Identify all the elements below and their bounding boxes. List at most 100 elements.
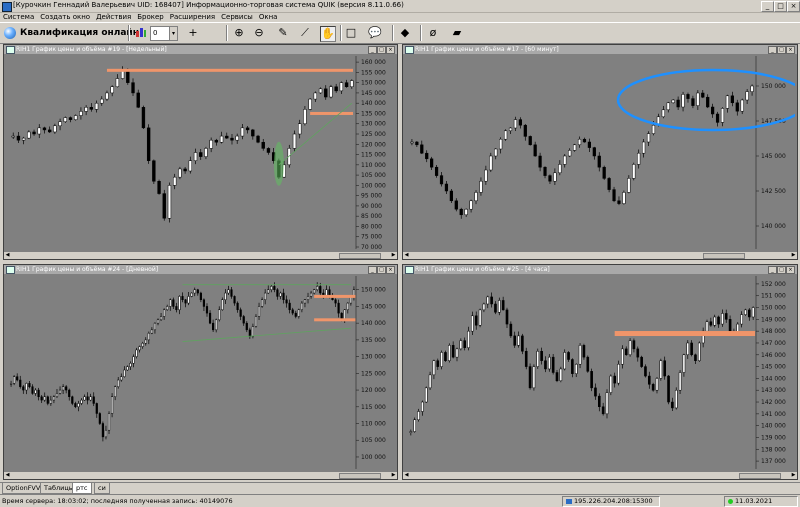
tab-optionfvv[interactable]: OptionFVV: [2, 483, 45, 494]
panel-close-button[interactable]: ×: [786, 266, 795, 274]
y-tick-label: 120 000: [361, 387, 386, 394]
callout-icon[interactable]: 💬: [368, 26, 382, 40]
candlestick-chart[interactable]: 150 000147 500145 000142 500140 000: [403, 54, 795, 251]
scroll-left-icon[interactable]: ◀: [403, 252, 410, 259]
candle: [659, 360, 663, 379]
candle: [346, 302, 349, 311]
hand-icon[interactable]: ✋: [320, 26, 336, 42]
candle: [676, 99, 680, 108]
chart-panel-60min[interactable]: RIH1 График цены и объёма #17 - [60 мину…: [402, 44, 798, 260]
candle: [214, 139, 219, 143]
panel-close-button[interactable]: ×: [386, 266, 395, 274]
scroll-thumb[interactable]: [739, 473, 781, 479]
candle: [709, 321, 713, 326]
candle: [163, 309, 166, 317]
panel-close-button[interactable]: ×: [786, 46, 795, 54]
candle: [251, 129, 255, 137]
panel-maximize-button[interactable]: □: [777, 46, 786, 54]
candle: [686, 94, 690, 99]
tab-rts[interactable]: ртс: [72, 483, 92, 494]
candle: [730, 95, 734, 104]
scroll-thumb[interactable]: [703, 253, 745, 259]
network-icon: [566, 498, 572, 504]
horizontal-scrollbar[interactable]: ◀ ▶: [403, 471, 797, 479]
y-tick-label: 100 000: [361, 182, 386, 189]
candle: [494, 148, 498, 157]
scroll-thumb[interactable]: [339, 473, 381, 479]
candle: [448, 345, 451, 361]
panel-minimize-button[interactable]: _: [768, 266, 777, 274]
menu-actions[interactable]: Действия: [93, 12, 134, 22]
candle: [212, 322, 215, 331]
chart-icon[interactable]: [134, 26, 148, 40]
scroll-right-icon[interactable]: ▶: [390, 252, 397, 259]
zoom-out-icon[interactable]: ⊖: [252, 26, 266, 40]
candle: [147, 332, 150, 341]
menu-windows[interactable]: Окна: [256, 12, 281, 22]
menu-extensions[interactable]: Расширения: [167, 12, 218, 22]
scroll-left-icon[interactable]: ◀: [403, 472, 410, 479]
interval-dropdown[interactable]: ▾: [169, 26, 178, 41]
scroll-right-icon[interactable]: ▶: [790, 472, 797, 479]
connection-status-icon: [728, 498, 733, 504]
y-tick-label: 141 000: [761, 411, 786, 418]
rectangle-icon[interactable]: □: [344, 26, 358, 40]
scroll-left-icon[interactable]: ◀: [4, 472, 11, 479]
scroll-left-icon[interactable]: ◀: [4, 252, 11, 259]
qualification-online-button[interactable]: Квалификация онлайн: [4, 26, 139, 40]
candle: [559, 368, 563, 382]
chart-panel-daily[interactable]: RIH1 График цены и объёма #24 - [Дневной…: [3, 264, 398, 480]
candle: [150, 329, 153, 334]
horizontal-scrollbar[interactable]: ◀ ▶: [4, 251, 397, 259]
menu-broker[interactable]: Брокер: [134, 12, 167, 22]
scroll-thumb[interactable]: [339, 253, 381, 259]
panel-minimize-button[interactable]: _: [368, 46, 377, 54]
ruler-icon[interactable]: ⟋: [298, 26, 312, 40]
chart-panel-4h[interactable]: RIH1 График цены и объёма #25 - [4 часа]…: [402, 264, 798, 480]
candle: [19, 379, 22, 387]
candle: [444, 352, 447, 361]
pencil-icon[interactable]: ✎: [276, 26, 290, 40]
candle: [518, 119, 522, 126]
server-ip: 195.226.204.208:15300: [574, 497, 653, 505]
scroll-right-icon[interactable]: ▶: [390, 472, 397, 479]
date-cell: 11.03.2021: [724, 496, 798, 507]
panel-maximize-button[interactable]: □: [777, 266, 786, 274]
panel-close-button[interactable]: ×: [386, 46, 395, 54]
candle: [256, 135, 260, 143]
menu-system[interactable]: Система: [0, 12, 37, 22]
candle: [183, 168, 187, 172]
zoom-in-icon[interactable]: ⊕: [232, 26, 246, 40]
scroll-right-icon[interactable]: ▶: [790, 252, 797, 259]
candlestick-chart[interactable]: 150 000 145 000 140 000 135 000 130 000 125 0…: [4, 274, 395, 471]
horizontal-scrollbar[interactable]: ◀ ▶: [403, 251, 797, 259]
candle: [667, 375, 670, 403]
candle: [597, 155, 601, 168]
close-button[interactable]: ×: [787, 1, 800, 12]
candlestick-chart[interactable]: 152 000 151 000 150 000 149 000 148 000 147 0…: [403, 274, 795, 471]
panel-minimize-button[interactable]: _: [768, 46, 777, 54]
chart-panel-weekly[interactable]: RIH1 График цены и объёма #19 - [Недельн…: [3, 44, 398, 260]
interval-input[interactable]: 0: [150, 26, 170, 41]
candle: [536, 350, 540, 367]
horizontal-scrollbar[interactable]: ◀ ▶: [4, 471, 397, 479]
maximize-button[interactable]: □: [774, 1, 787, 12]
candle: [31, 386, 34, 394]
minimize-button[interactable]: _: [761, 1, 774, 12]
connection-cell: 195.226.204.208:15300: [562, 496, 660, 507]
hide-icon[interactable]: ø: [426, 26, 440, 40]
eraser-icon[interactable]: ▰: [450, 26, 464, 40]
candlestick-chart[interactable]: 160 000 155 000 150 000 145 000 140 000 135 0…: [4, 54, 395, 251]
panel-maximize-button[interactable]: □: [377, 46, 386, 54]
panel-maximize-button[interactable]: □: [377, 266, 386, 274]
highlight-ellipse: [273, 141, 284, 186]
candle: [628, 340, 632, 356]
candle: [751, 307, 755, 318]
crosshair-icon[interactable]: +: [186, 26, 200, 40]
menu-services[interactable]: Сервисы: [218, 12, 256, 22]
panel-minimize-button[interactable]: _: [368, 266, 377, 274]
candle: [624, 348, 628, 356]
menu-create-window[interactable]: Создать окно: [37, 12, 93, 22]
tab-si[interactable]: си: [94, 483, 110, 494]
paint-icon[interactable]: ◆: [398, 26, 412, 40]
